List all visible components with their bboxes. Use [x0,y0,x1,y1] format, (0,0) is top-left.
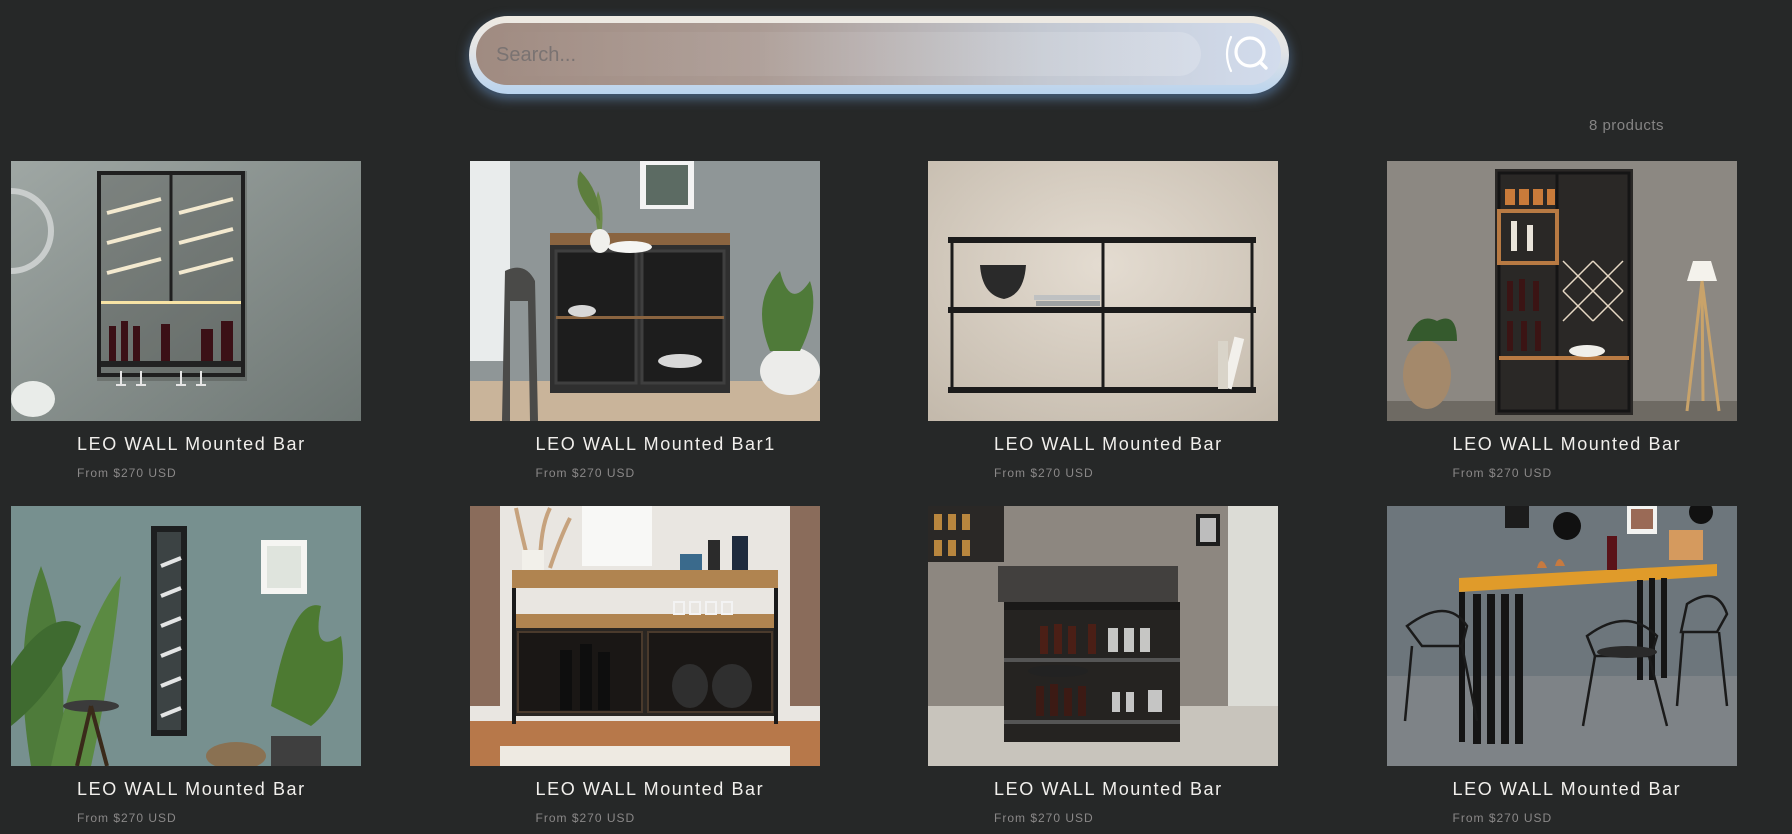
product-card[interactable]: LEO WALL Mounted Bar From $270 USD [928,161,1278,506]
product-price: From $270 USD [77,811,177,825]
product-price: From $270 USD [994,811,1094,825]
product-card[interactable]: LEO WALL Mounted Bar From $270 USD [928,506,1278,834]
sideboard-photo [469,506,820,766]
product-image[interactable] [469,506,820,766]
search-field-container [476,23,1281,85]
product-price: From $270 USD [994,466,1094,480]
product-title[interactable]: LEO WALL Mounted Bar [77,434,306,455]
product-title[interactable]: LEO WALL Mounted Bar [994,434,1223,455]
product-listing-page: 8 products [0,0,1792,834]
product-card[interactable]: LEO WALL Mounted Bar1 From $270 USD [469,161,820,506]
search-icon [1225,35,1268,73]
product-image[interactable] [469,161,820,421]
console-shelf-photo [928,161,1278,421]
product-title[interactable]: LEO WALL Mounted Bar [994,779,1223,800]
product-title[interactable]: LEO WALL Mounted Bar [536,779,765,800]
product-title[interactable]: LEO WALL Mounted Bar [1453,779,1682,800]
product-image[interactable] [928,161,1278,421]
product-image[interactable] [11,161,361,421]
product-title[interactable]: LEO WALL Mounted Bar [1453,434,1682,455]
product-title[interactable]: LEO WALL Mounted Bar [77,779,306,800]
tall-bar-unit-photo [1386,161,1737,421]
home-bar-counter-photo [928,506,1278,766]
product-card[interactable]: LEO WALL Mounted Bar From $270 USD [469,506,820,834]
search-input[interactable] [494,23,1138,85]
product-price: From $270 USD [535,466,636,480]
product-image[interactable] [11,506,361,766]
wall-wine-rack-photo [11,161,361,421]
product-card[interactable]: LEO WALL Mounted Bar From $270 USD [11,506,361,834]
vertical-wine-rack-photo [11,506,361,766]
product-price: From $270 USD [77,466,177,480]
product-image[interactable] [928,506,1278,766]
bar-cabinet-photo [469,161,820,421]
product-card[interactable]: LEO WALL Mounted Bar From $270 USD [1386,161,1737,506]
bar-table-set-photo [1386,506,1737,766]
product-price: From $270 USD [1452,811,1553,825]
search-button[interactable] [1217,29,1277,79]
product-card[interactable]: LEO WALL Mounted Bar From $270 USD [1386,506,1737,834]
product-count: 8 products [1588,117,1664,134]
product-grid: LEO WALL Mounted Bar From $270 USD LEO W… [11,161,1737,834]
product-image[interactable] [1386,506,1737,766]
product-price: From $270 USD [535,811,636,825]
product-title[interactable]: LEO WALL Mounted Bar1 [536,434,776,455]
product-price: From $270 USD [1452,466,1553,480]
product-card[interactable]: LEO WALL Mounted Bar From $270 USD [11,161,361,506]
search-bar [469,16,1289,94]
product-image[interactable] [1386,161,1737,421]
